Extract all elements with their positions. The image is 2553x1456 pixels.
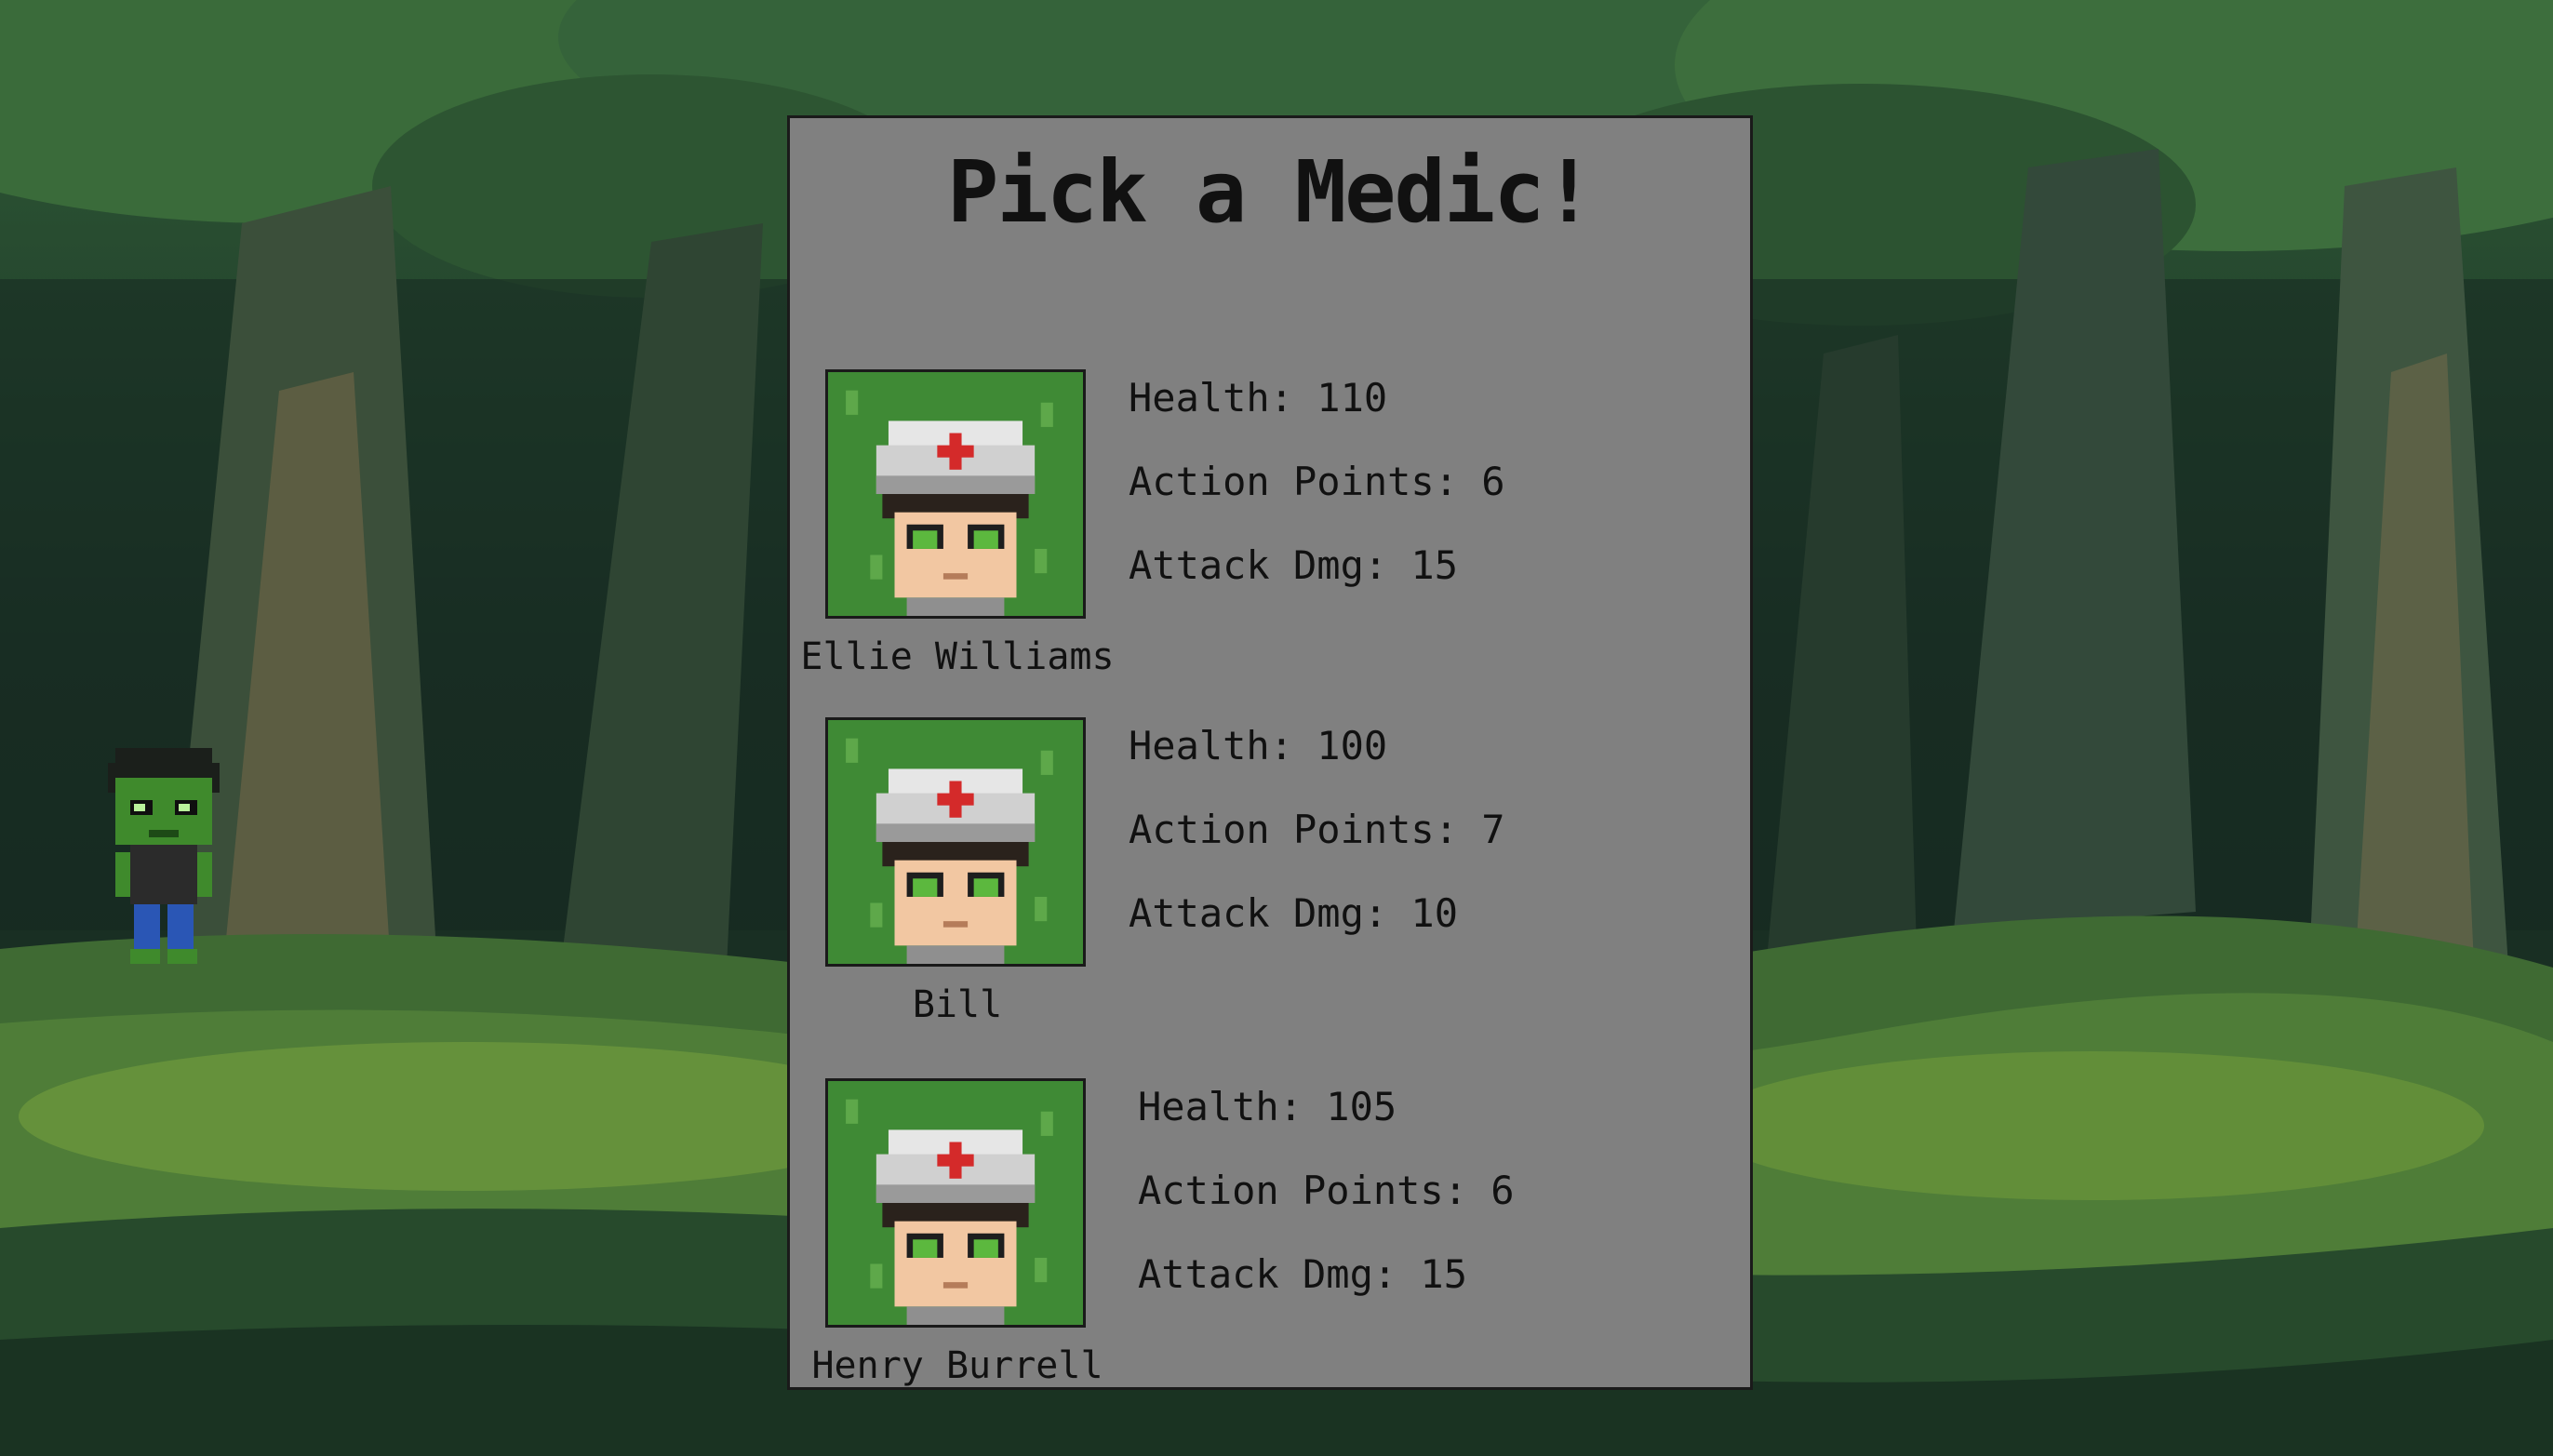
zombie-player-sprite-icon <box>108 748 220 964</box>
game-scene: Pick a Medic! Ellie Williams Health: 110… <box>0 0 2553 1456</box>
medic-portrait-icon[interactable] <box>825 369 1086 619</box>
medic-portrait-icon[interactable] <box>825 717 1086 967</box>
stat-attack-dmg: Attack Dmg: 10 <box>1129 890 1459 936</box>
panel-title: Pick a Medic! <box>946 142 1595 242</box>
stat-attack-dmg: Attack Dmg: 15 <box>1129 542 1459 588</box>
medic-name: Ellie Williams <box>800 635 1115 678</box>
medic-stats: Health: 110 Action Points: 6 Attack Dmg:… <box>1129 375 1505 626</box>
stat-health: Health: 105 <box>1138 1084 1397 1129</box>
medic-portrait-art <box>834 372 1077 616</box>
medic-name: Bill <box>912 983 1003 1026</box>
stat-health: Health: 100 <box>1129 723 1388 768</box>
stat-action-points: Action Points: 7 <box>1129 807 1505 852</box>
stat-health: Health: 110 <box>1129 375 1388 421</box>
medic-portrait-art <box>834 720 1077 964</box>
stat-attack-dmg: Attack Dmg: 15 <box>1138 1251 1468 1297</box>
medic-portrait-icon[interactable] <box>825 1078 1086 1328</box>
stat-action-points: Action Points: 6 <box>1129 459 1505 504</box>
medic-selection-panel: Pick a Medic! Ellie Williams Health: 110… <box>787 115 1753 1390</box>
medic-portrait-art <box>834 1081 1077 1325</box>
medic-card-2[interactable]: Bill Health: 100 Action Points: 7 Attack… <box>790 717 1750 1052</box>
medic-stats: Health: 105 Action Points: 6 Attack Dmg:… <box>1138 1084 1515 1335</box>
medic-card-3[interactable]: Henry Burrell Health: 105 Action Points:… <box>790 1078 1750 1413</box>
stat-action-points: Action Points: 6 <box>1138 1168 1515 1213</box>
medic-stats: Health: 100 Action Points: 7 Attack Dmg:… <box>1129 723 1505 974</box>
medic-name: Henry Burrell <box>811 1344 1103 1387</box>
medic-card-1[interactable]: Ellie Williams Health: 110 Action Points… <box>790 369 1750 704</box>
